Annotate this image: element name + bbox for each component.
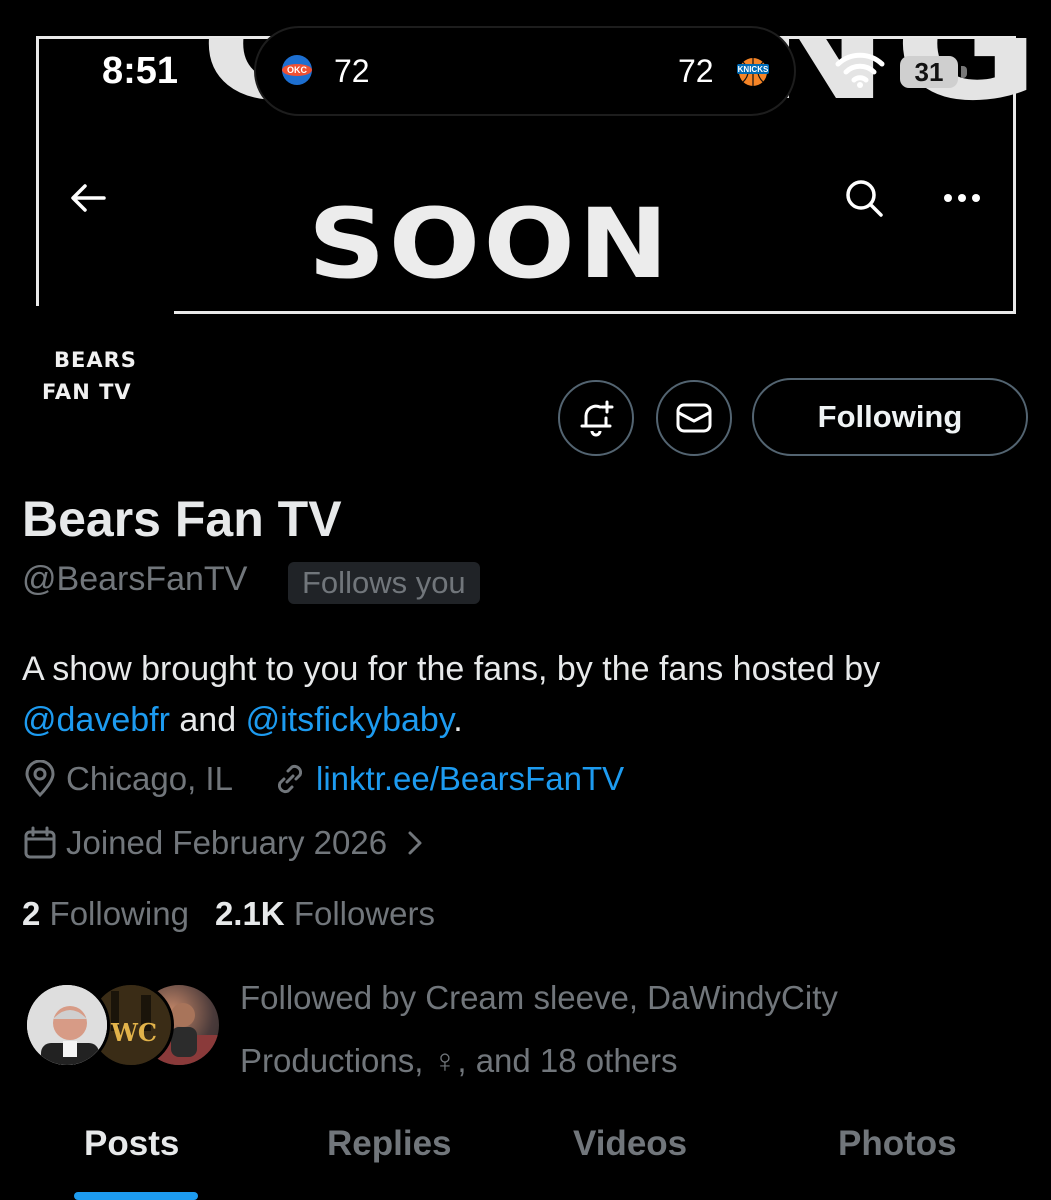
tab-posts[interactable]: Posts bbox=[84, 1124, 179, 1164]
bell-plus-icon bbox=[580, 400, 614, 437]
follows-you-badge: Follows you bbox=[288, 562, 480, 604]
location-text: Chicago, IL bbox=[66, 760, 233, 797]
followed-by-line1: Followed by Cream sleeve, DaWindyCity bbox=[240, 979, 838, 1016]
bio: A show brought to you for the fans, by t… bbox=[22, 644, 1032, 746]
followed-by-text[interactable]: Followed by Cream sleeve, DaWindyCity Pr… bbox=[240, 966, 1020, 1092]
svg-text:KNICKS: KNICKS bbox=[738, 65, 769, 74]
wifi-icon bbox=[835, 52, 885, 88]
website-link[interactable]: linktr.ee/BearsFanTV bbox=[316, 760, 624, 798]
envelope-icon bbox=[676, 403, 712, 433]
status-time: 8:51 bbox=[102, 50, 179, 92]
mention-itsfickybaby[interactable]: @itsfickybaby bbox=[246, 701, 454, 739]
knicks-logo-icon: KNICKS bbox=[737, 58, 769, 86]
following-count-link[interactable]: 2 Following bbox=[22, 895, 189, 933]
website[interactable]: linktr.ee/BearsFanTV bbox=[272, 760, 624, 798]
location: Chicago, IL bbox=[22, 760, 233, 798]
home-score: 72 bbox=[334, 53, 370, 89]
notifications-button[interactable] bbox=[558, 380, 634, 456]
svg-text:WC: WC bbox=[110, 1018, 157, 1047]
following-button[interactable]: Following bbox=[752, 378, 1028, 456]
more-horizontal-icon bbox=[944, 194, 980, 202]
joined-date[interactable]: Joined February 2026 bbox=[22, 824, 437, 862]
link-icon bbox=[277, 764, 303, 794]
back-button[interactable] bbox=[54, 164, 122, 232]
battery-indicator: 31 bbox=[900, 56, 958, 88]
followers-count-link[interactable]: 2.1K Followers bbox=[215, 895, 435, 933]
bio-and: and bbox=[179, 701, 237, 739]
handle: @BearsFanTV bbox=[22, 560, 248, 598]
tab-photos[interactable]: Photos bbox=[838, 1124, 957, 1164]
battery-cap bbox=[961, 66, 967, 78]
profile-avatar[interactable]: BEARS FAN TV bbox=[20, 326, 190, 426]
tab-replies[interactable]: Replies bbox=[327, 1124, 452, 1164]
more-button[interactable] bbox=[928, 164, 996, 232]
followers-count: 2.1K bbox=[214, 895, 285, 932]
following-count-label: Following bbox=[49, 895, 189, 932]
message-button[interactable] bbox=[656, 380, 732, 456]
profile-tabs: Posts Replies Videos Photos bbox=[0, 1110, 1051, 1200]
search-button[interactable] bbox=[830, 164, 898, 232]
arrow-left-icon bbox=[71, 184, 106, 212]
okc-thunder-logo-icon: OKC bbox=[282, 55, 312, 85]
avatar-text-line2: FAN TV bbox=[42, 380, 132, 404]
calendar-icon bbox=[24, 826, 56, 859]
banner-soon-text: SOON bbox=[308, 188, 672, 300]
followed-by-avatars[interactable]: WC bbox=[24, 982, 222, 1068]
following-count: 2 bbox=[22, 895, 41, 932]
tab-videos[interactable]: Videos bbox=[573, 1124, 687, 1164]
search-icon bbox=[846, 180, 883, 217]
mention-davebfr[interactable]: @davebfr bbox=[22, 701, 170, 739]
followers-count-label: Followers bbox=[293, 895, 436, 932]
follow-counts: 2 Following 2.1K Followers bbox=[22, 895, 435, 933]
bio-suffix: . bbox=[453, 701, 463, 739]
active-tab-indicator bbox=[74, 1192, 198, 1200]
avatar-text-line1: BEARS bbox=[54, 348, 137, 372]
display-name: Bears Fan TV bbox=[22, 491, 342, 547]
joined-text: Joined February 2026 bbox=[66, 824, 388, 861]
followed-by-line2: Productions, ♀, and 18 others bbox=[240, 1042, 678, 1079]
chevron-right-icon bbox=[408, 831, 422, 855]
svg-text:OKC: OKC bbox=[287, 65, 308, 75]
location-pin-icon bbox=[25, 760, 55, 798]
follower-avatar-1 bbox=[24, 982, 110, 1068]
bio-text: A show brought to you for the fans, by t… bbox=[22, 650, 881, 688]
away-score: 72 bbox=[678, 53, 714, 89]
